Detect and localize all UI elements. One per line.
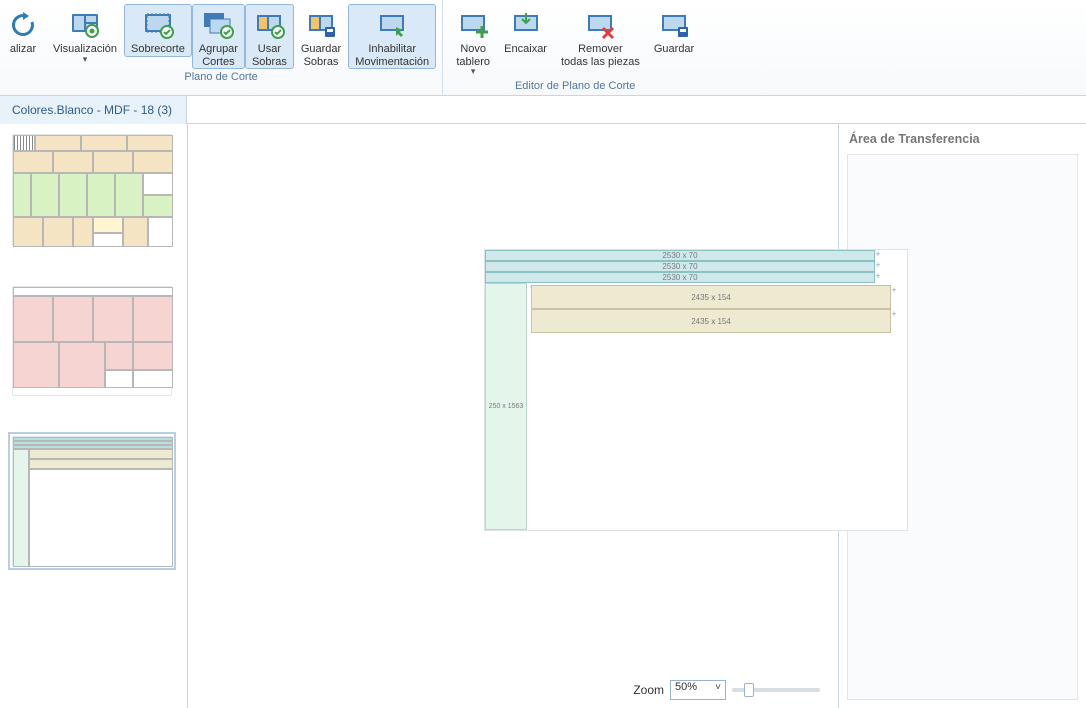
remover-button[interactable]: Remover todas las piezas [554, 4, 647, 69]
transfer-title: Área de Transferencia [839, 124, 1086, 150]
plus-icon: + [873, 250, 883, 260]
visualizacion-label: Visualización [53, 43, 117, 64]
guardar-sobras-button[interactable]: Guardar Sobras [294, 4, 348, 69]
thumbnail-panel [0, 124, 188, 708]
refresh-icon [7, 9, 39, 41]
piece-bar-1-label: 2435 x 154 [691, 293, 731, 302]
inhabilitar-icon [376, 9, 408, 41]
guardar-icon [658, 9, 690, 41]
tab-colores-blanco[interactable]: Colores.Blanco - MDF - 18 (3) [0, 96, 187, 124]
thumbnail-1[interactable] [12, 134, 172, 246]
ribbon-group-editor: Novo tablero Encaixar Remover todas las … [443, 0, 707, 95]
sobrecorte-label: Sobrecorte [131, 43, 185, 56]
zoom-select[interactable]: 50% [670, 680, 726, 700]
ribbon: alizar Visualización Sobrecorte Agrupar … [0, 0, 1086, 96]
plus-icon: + [873, 272, 883, 282]
thumbnail-3[interactable] [12, 436, 172, 566]
usar-sobras-button[interactable]: Usar Sobras [245, 4, 294, 69]
remover-label: Remover todas las piezas [561, 43, 640, 68]
plus-icon: + [889, 286, 899, 296]
tab-bar: Colores.Blanco - MDF - 18 (3) [0, 96, 1086, 124]
visualization-icon [69, 9, 101, 41]
tab-label: Colores.Blanco - MDF - 18 (3) [12, 103, 172, 117]
encaixar-button[interactable]: Encaixar [497, 4, 554, 57]
ribbon-group-plano: alizar Visualización Sobrecorte Agrupar … [0, 0, 443, 95]
piece-strip-1[interactable]: 2530 x 70 [485, 250, 875, 261]
sobrecorte-icon [142, 9, 174, 41]
piece-strip-3[interactable]: 2530 x 70 [485, 272, 875, 283]
encaixar-icon [510, 9, 542, 41]
novo-tablero-icon [457, 9, 489, 41]
agrupar-label: Agrupar Cortes [199, 43, 238, 68]
alizar-button[interactable]: alizar [6, 4, 46, 57]
piece-bar-1[interactable]: 2435 x 154 [531, 285, 891, 309]
piece-strip-1-label: 2530 x 70 [662, 251, 697, 260]
usar-sobras-icon [253, 9, 285, 41]
novo-tablero-button[interactable]: Novo tablero [449, 4, 497, 78]
piece-strip-2[interactable]: 2530 x 70 [485, 261, 875, 272]
piece-bar-2-label: 2435 x 154 [691, 317, 731, 326]
zoom-slider[interactable] [732, 688, 820, 692]
guardar-button[interactable]: Guardar [647, 4, 701, 57]
usar-sobras-label: Usar Sobras [252, 43, 287, 68]
workspace: 2530 x 70 + 2530 x 70 + 2530 x 70 + 250 … [0, 124, 1086, 708]
guardar-sobras-label: Guardar Sobras [301, 43, 341, 68]
plus-icon: + [889, 310, 899, 320]
agrupar-icon [202, 9, 234, 41]
group-label-editor: Editor de Plano de Corte [443, 78, 707, 96]
group-label-plano: Plano de Corte [0, 69, 442, 87]
plus-icon: + [873, 261, 883, 271]
piece-strip-3-label: 2530 x 70 [662, 273, 697, 282]
agrupar-cortes-button[interactable]: Agrupar Cortes [192, 4, 245, 69]
remover-icon [584, 9, 616, 41]
inhabilitar-button[interactable]: Inhabilitar Movimentación [348, 4, 436, 69]
zoom-value: 50% [675, 681, 697, 693]
alizar-label: alizar [10, 43, 36, 56]
cutting-canvas[interactable]: 2530 x 70 + 2530 x 70 + 2530 x 70 + 250 … [484, 249, 908, 531]
canvas-area[interactable]: 2530 x 70 + 2530 x 70 + 2530 x 70 + 250 … [188, 124, 838, 708]
piece-left-label: 250 x 1563 [489, 403, 524, 410]
sobrecorte-button[interactable]: Sobrecorte [124, 4, 192, 57]
zoom-bar: Zoom 50% [633, 680, 820, 700]
zoom-slider-knob[interactable] [744, 683, 754, 697]
zoom-label: Zoom [633, 683, 664, 697]
thumbnail-2[interactable] [12, 286, 172, 396]
piece-strip-2-label: 2530 x 70 [662, 262, 697, 271]
guardar-sobras-icon [305, 9, 337, 41]
inhabilitar-label: Inhabilitar Movimentación [355, 43, 429, 68]
ribbon-groups: alizar Visualización Sobrecorte Agrupar … [0, 0, 707, 95]
encaixar-label: Encaixar [504, 43, 547, 56]
guardar-label: Guardar [654, 43, 694, 56]
novo-tablero-label: Novo tablero [456, 43, 490, 77]
piece-left[interactable]: 250 x 1563 [485, 283, 527, 530]
piece-bar-2[interactable]: 2435 x 154 [531, 309, 891, 333]
visualizacion-button[interactable]: Visualización [46, 4, 124, 65]
